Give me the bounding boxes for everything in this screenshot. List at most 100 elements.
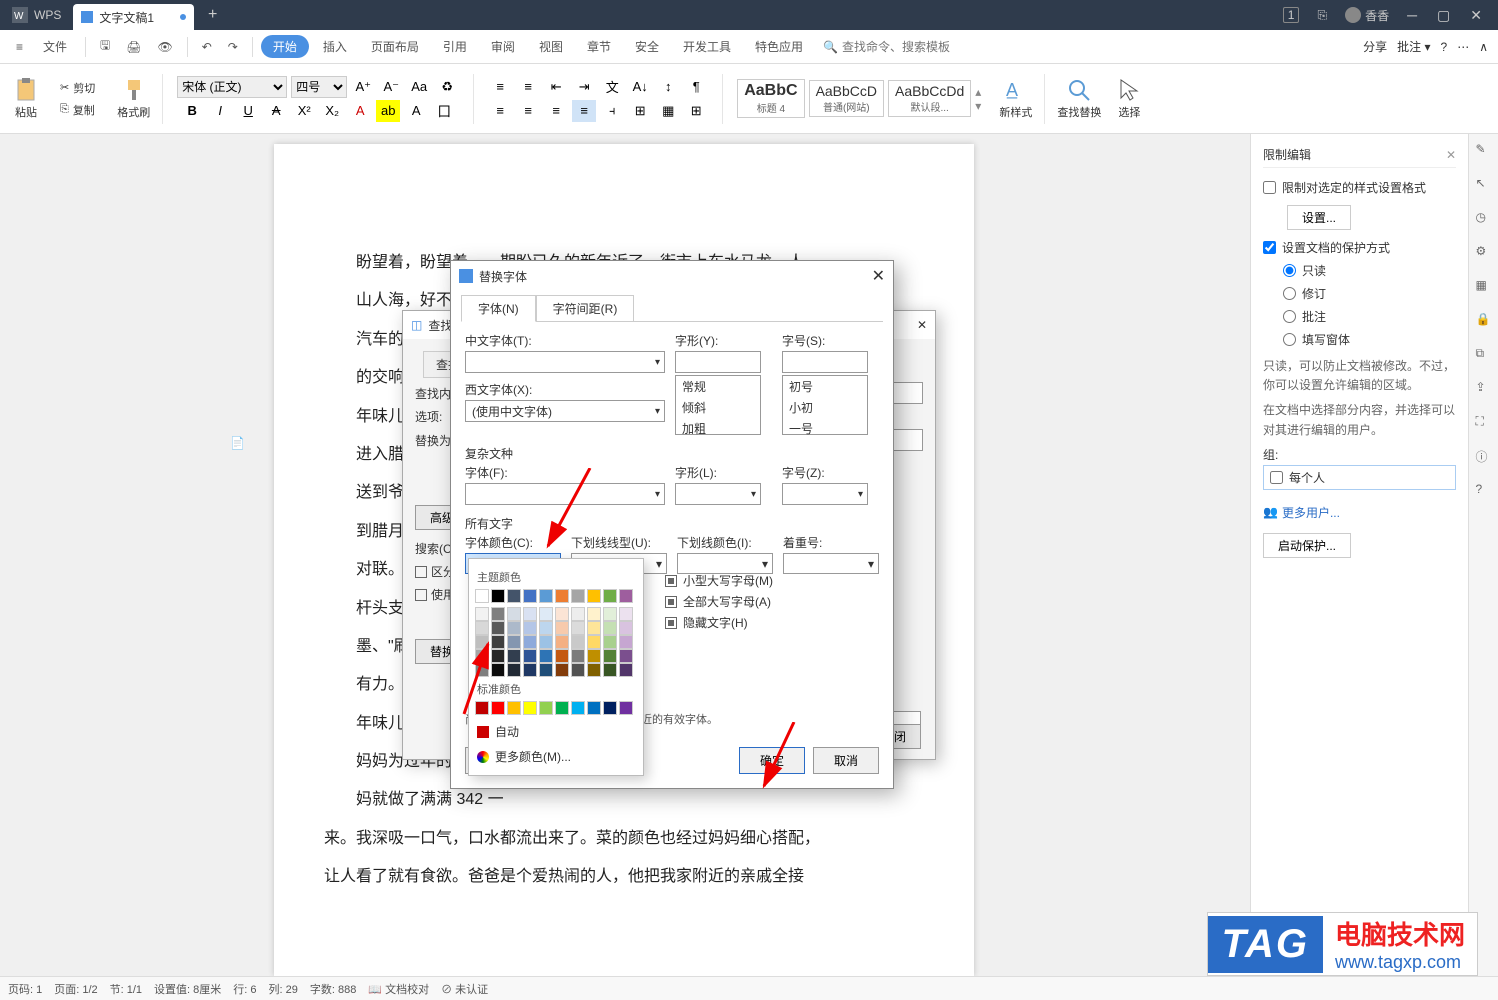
cut-button[interactable]: ✂剪切: [56, 78, 99, 98]
subscript-button[interactable]: X₂: [320, 100, 344, 122]
superscript-button[interactable]: X²: [292, 100, 316, 122]
style-item[interactable]: AaBbC标题 4: [737, 79, 804, 118]
size-listbox[interactable]: 初号 小初 一号: [782, 375, 868, 435]
save-icon[interactable]: 🖫: [94, 32, 116, 61]
minimize-button[interactable]: ─: [1407, 7, 1417, 24]
tab-special[interactable]: 特色应用: [745, 32, 813, 61]
color-swatch[interactable]: [603, 649, 617, 663]
font-color-button[interactable]: A: [348, 100, 372, 122]
emphasis-combo[interactable]: ▾: [783, 553, 879, 574]
document-tab[interactable]: 文字文稿1: [73, 4, 194, 30]
tab-references[interactable]: 引用: [433, 32, 477, 61]
color-swatch[interactable]: [619, 649, 633, 663]
color-swatch[interactable]: [491, 621, 505, 635]
numbering-button[interactable]: ≡: [516, 76, 540, 98]
cn-font-combo[interactable]: ▾: [465, 351, 665, 373]
style-input[interactable]: [675, 351, 761, 373]
complex-style-combo[interactable]: ▾: [675, 483, 761, 505]
align-right-button[interactable]: ≡: [544, 100, 568, 122]
shading-button[interactable]: ▦: [656, 100, 680, 122]
color-swatch[interactable]: [523, 649, 537, 663]
strike-button[interactable]: A: [264, 100, 288, 122]
color-swatch[interactable]: [507, 701, 521, 715]
style-item[interactable]: AaBbCcD普通(网站): [809, 80, 884, 117]
color-swatch[interactable]: [571, 663, 585, 677]
help-icon[interactable]: ?: [1476, 482, 1492, 498]
limit-format-checkbox[interactable]: 限制对选定的样式设置格式: [1263, 176, 1456, 199]
paste-button[interactable]: 粘贴: [10, 74, 42, 124]
color-swatch[interactable]: [475, 701, 489, 715]
color-swatch[interactable]: [619, 607, 633, 621]
color-swatch[interactable]: [555, 663, 569, 677]
borders-button[interactable]: ⊞: [684, 100, 708, 122]
grow-font-button[interactable]: A⁺: [351, 76, 375, 98]
color-swatch[interactable]: [523, 635, 537, 649]
color-swatch[interactable]: [571, 621, 585, 635]
font-name-select[interactable]: 宋体 (正文): [177, 76, 287, 98]
info-icon[interactable]: ⓘ: [1476, 448, 1492, 464]
complex-size-combo[interactable]: ▾: [782, 483, 868, 505]
color-swatch[interactable]: [587, 635, 601, 649]
show-marks-button[interactable]: ¶: [684, 76, 708, 98]
radio-form[interactable]: 填写窗体: [1283, 328, 1456, 351]
align-left-button[interactable]: ≡: [488, 100, 512, 122]
color-swatch[interactable]: [475, 621, 489, 635]
help-icon[interactable]: ?: [1441, 40, 1448, 54]
tab-home[interactable]: 开始: [261, 35, 309, 58]
tab-pagelayout[interactable]: 页面布局: [361, 32, 429, 61]
new-style-button[interactable]: A̲ 新样式: [995, 74, 1036, 124]
settings-button[interactable]: 设置...: [1287, 205, 1351, 230]
status-page[interactable]: 页面: 1/2: [54, 981, 97, 997]
align-center-button[interactable]: ≡: [516, 100, 540, 122]
ok-button[interactable]: 确定: [739, 747, 805, 774]
maximize-button[interactable]: ▢: [1437, 7, 1450, 24]
color-swatch[interactable]: [491, 635, 505, 649]
color-swatch[interactable]: [571, 635, 585, 649]
color-swatch[interactable]: [603, 589, 617, 603]
radio-comment[interactable]: 批注: [1283, 305, 1456, 328]
user-avatar[interactable]: 香香: [1345, 7, 1389, 24]
color-swatch[interactable]: [555, 589, 569, 603]
west-font-combo[interactable]: (使用中文字体)▾: [465, 400, 665, 422]
tab-developer[interactable]: 开发工具: [673, 32, 741, 61]
clock-icon[interactable]: ◷: [1476, 210, 1492, 226]
color-swatch[interactable]: [539, 607, 553, 621]
file-menu[interactable]: 文件: [33, 32, 77, 61]
status-words[interactable]: 字数: 888: [310, 981, 356, 997]
preview-icon[interactable]: 👁: [152, 36, 179, 58]
color-swatch[interactable]: [523, 621, 537, 635]
menu-icon[interactable]: ≡: [10, 36, 29, 58]
color-swatch[interactable]: [523, 701, 537, 715]
select-button[interactable]: 选择: [1113, 74, 1145, 124]
tab-review[interactable]: 审阅: [481, 32, 525, 61]
color-swatch[interactable]: [603, 663, 617, 677]
color-swatch[interactable]: [491, 607, 505, 621]
pointer-icon[interactable]: ↖: [1476, 176, 1492, 192]
color-swatch[interactable]: [507, 663, 521, 677]
style-listbox[interactable]: 常规 倾斜 加粗: [675, 375, 761, 435]
set-protect-checkbox[interactable]: 设置文档的保护方式: [1263, 236, 1456, 259]
color-swatch[interactable]: [491, 589, 505, 603]
color-swatch[interactable]: [571, 649, 585, 663]
underline-button[interactable]: U: [236, 100, 260, 122]
distribute-button[interactable]: ⫞: [600, 100, 624, 122]
all-caps-check[interactable]: 全部大写字母(A): [665, 591, 879, 612]
color-swatch[interactable]: [619, 621, 633, 635]
color-swatch[interactable]: [491, 663, 505, 677]
color-swatch[interactable]: [539, 701, 553, 715]
color-swatch[interactable]: [555, 649, 569, 663]
text-direction-button[interactable]: 文: [600, 76, 624, 98]
color-swatch[interactable]: [571, 701, 585, 715]
color-swatch[interactable]: [619, 635, 633, 649]
color-swatch[interactable]: [507, 589, 521, 603]
italic-button[interactable]: I: [208, 100, 232, 122]
radio-revision[interactable]: 修订: [1283, 282, 1456, 305]
color-swatch[interactable]: [475, 635, 489, 649]
color-swatch[interactable]: [619, 663, 633, 677]
complex-font-combo[interactable]: ▾: [465, 483, 665, 505]
color-swatch[interactable]: [571, 589, 585, 603]
color-swatch[interactable]: [507, 621, 521, 635]
hidden-check[interactable]: 隐藏文字(H): [665, 612, 879, 633]
color-swatch[interactable]: [539, 589, 553, 603]
char-spacing-tab[interactable]: 字符间距(R): [536, 295, 635, 322]
